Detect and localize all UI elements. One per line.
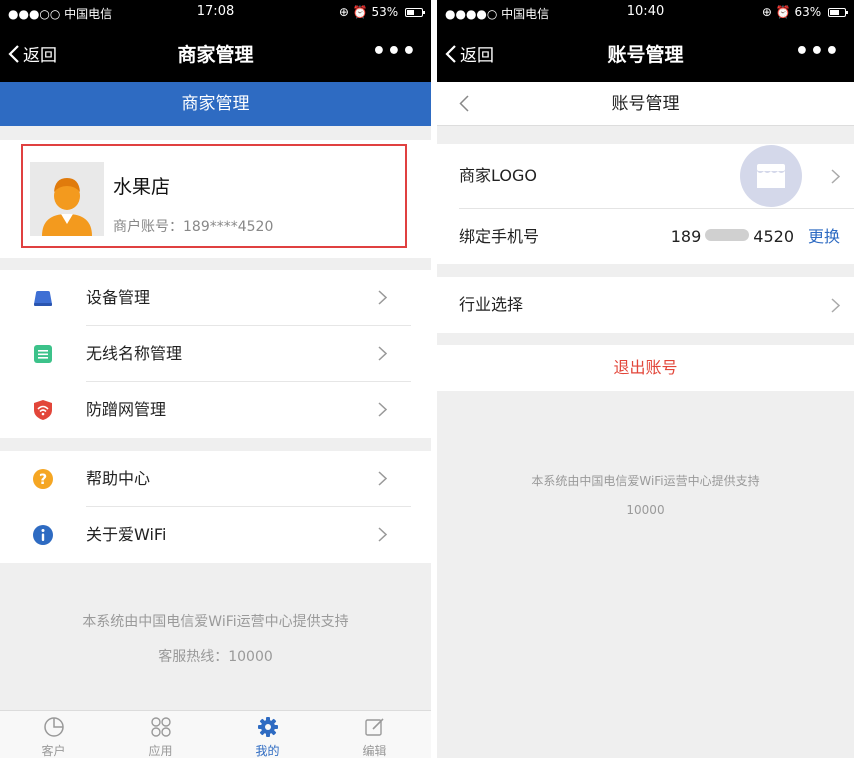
battery-icon (405, 8, 425, 17)
management-menu: 设备管理 无线名称管理 防蹭网管理 (0, 270, 431, 438)
back-label: 返回 (460, 46, 494, 66)
phone-prefix: 189 (670, 227, 702, 246)
menu-item-wifi-name-management[interactable]: 无线名称管理 (0, 326, 431, 382)
battery-percent: 53% (371, 5, 399, 19)
phone-mask (705, 229, 750, 241)
support-menu: ? 帮助中心 关于爱WiFi (0, 451, 431, 563)
info-icon (33, 525, 53, 545)
gear-icon (258, 717, 278, 737)
pie-chart-icon (44, 717, 64, 737)
status-bar: ●●●○○ 中国电信 17:08 ⊕ ⏰ 53% (0, 0, 431, 24)
battery-indicator: ⊕ ⏰ 53% (338, 5, 425, 19)
bound-phone-value: 189 4520 (671, 209, 794, 264)
industry-label: 行业选择 (459, 295, 524, 314)
svg-text:?: ? (39, 472, 47, 488)
shop-icon (757, 164, 785, 188)
section-header: 账号管理 (437, 82, 854, 126)
menu-item-label: 设备管理 (86, 288, 151, 307)
wifi-name-icon (34, 345, 52, 363)
merchant-profile-section: 水果店 商户账号：189****4520 (0, 140, 431, 258)
apps-icon (151, 717, 171, 737)
section-title: 账号管理 (611, 94, 680, 114)
help-icon: ? (33, 469, 53, 489)
phone-suffix: 4520 (753, 227, 794, 246)
menu-item-anti-leech-management[interactable]: 防蹭网管理 (0, 382, 431, 438)
chevron-right-icon (378, 402, 387, 417)
tab-label: 编辑 (362, 744, 387, 758)
alarm-icon: ⊕ ⏰ (761, 5, 791, 19)
tab-mine[interactable]: 我的 (214, 711, 321, 758)
user-avatar-icon (42, 178, 92, 236)
back-button[interactable]: 返回 (8, 41, 57, 66)
menu-item-label: 关于爱WiFi (86, 525, 167, 544)
chevron-left-icon (8, 44, 19, 63)
merchant-profile-card[interactable]: 水果店 商户账号：189****4520 (21, 144, 407, 248)
battery-percent: 63% (794, 5, 822, 19)
menu-item-label: 帮助中心 (86, 469, 151, 488)
battery-icon (828, 8, 848, 17)
logout-button[interactable]: 退出账号 (437, 345, 854, 391)
industry-selection-row[interactable]: 行业选择 (437, 277, 854, 333)
chevron-right-icon (378, 290, 387, 305)
shop-name: 水果店 (113, 176, 171, 198)
account-management-screen: ●●●●○ 中国电信 10:40 ⊕ ⏰ 63% 返回 账号管理 ••• 账号管… (437, 0, 854, 758)
account-label: 商户账号： (113, 219, 183, 235)
menu-item-label: 防蹭网管理 (86, 400, 167, 419)
tab-label: 我的 (255, 744, 280, 758)
support-notice: 本系统由中国电信爱WiFi运营中心提供支持 (82, 614, 349, 630)
service-hotline: 客服热线：10000 (158, 649, 273, 665)
page-title: 账号管理 (607, 44, 684, 66)
nav-bar: 返回 账号管理 ••• (437, 24, 854, 82)
chevron-right-icon (831, 298, 840, 313)
account-value: 189****4520 (183, 219, 274, 235)
page-title: 商家管理 (177, 44, 254, 66)
section-header: 商家管理 (0, 82, 431, 126)
chevron-left-icon (445, 44, 456, 63)
merchant-logo-row[interactable]: 商家LOGO (437, 144, 854, 208)
service-hotline: 10000 (626, 503, 665, 517)
chevron-right-icon (378, 346, 387, 361)
avatar (30, 162, 104, 236)
back-button[interactable]: 返回 (445, 41, 494, 66)
menu-item-about-wifi[interactable]: 关于爱WiFi (0, 507, 431, 563)
menu-item-help-center[interactable]: ? 帮助中心 (0, 451, 431, 507)
bound-phone-row: 绑定手机号 189 4520 更换 (437, 209, 854, 264)
merchant-logo-label: 商家LOGO (459, 166, 537, 185)
merchant-management-screen: ●●●○○ 中国电信 17:08 ⊕ ⏰ 53% 返回 商家管理 ••• 商家管… (0, 0, 431, 758)
tab-customers[interactable]: 客户 (0, 711, 107, 758)
chevron-right-icon (378, 471, 387, 486)
chevron-right-icon (378, 527, 387, 542)
tab-edit[interactable]: 编辑 (321, 711, 428, 758)
tab-label: 应用 (148, 744, 173, 758)
tab-apps[interactable]: 应用 (107, 711, 214, 758)
merchant-logo (740, 145, 802, 207)
menu-item-label: 无线名称管理 (86, 344, 183, 363)
status-bar: ●●●●○ 中国电信 10:40 ⊕ ⏰ 63% (437, 0, 854, 24)
more-button[interactable]: ••• (795, 39, 840, 64)
edit-icon (365, 718, 384, 736)
tab-label: 客户 (41, 744, 66, 758)
alarm-icon: ⊕ ⏰ (338, 5, 368, 19)
change-phone-link[interactable]: 更换 (808, 209, 840, 264)
support-notice: 本系统由中国电信爱WiFi运营中心提供支持 (531, 474, 760, 488)
tab-bar: 客户 应用 我的 编辑 (0, 710, 431, 758)
device-icon (34, 291, 52, 306)
bound-phone-label: 绑定手机号 (459, 227, 540, 246)
shield-wifi-icon (34, 400, 52, 420)
merchant-account: 商户账号：189****4520 (113, 216, 273, 236)
account-settings-group: 商家LOGO 绑定手机号 189 4520 更换 (437, 144, 854, 264)
more-button[interactable]: ••• (372, 39, 417, 64)
menu-item-device-management[interactable]: 设备管理 (0, 270, 431, 326)
back-label: 返回 (23, 46, 57, 66)
chevron-right-icon (831, 169, 840, 184)
nav-bar: 返回 商家管理 ••• (0, 24, 431, 82)
battery-indicator: ⊕ ⏰ 63% (761, 5, 848, 19)
